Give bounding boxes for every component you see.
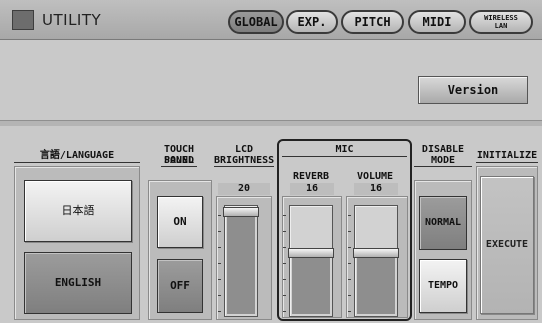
disable-mode-underline xyxy=(414,166,472,167)
slider-tick xyxy=(348,263,351,264)
utility-screen: UTILITY GLOBAL EXP. PITCH MIDI WIRELESS … xyxy=(0,0,542,323)
mic-volume-slider[interactable] xyxy=(353,205,399,317)
lcd-heading-1: LCD xyxy=(234,144,254,155)
slider-tick xyxy=(218,295,221,296)
language-heading-underline xyxy=(14,162,140,163)
mic-volume-slider-fill xyxy=(357,254,395,314)
language-japanese-button[interactable]: 日本語 xyxy=(24,180,132,242)
mic-volume-slider-knob[interactable] xyxy=(353,248,399,258)
initialize-execute-button[interactable]: EXECUTE xyxy=(480,176,534,314)
lcd-heading-underline xyxy=(214,166,274,167)
slider-tick xyxy=(348,279,351,280)
slider-tick xyxy=(283,247,286,248)
utility-icon xyxy=(12,10,34,30)
slider-tick xyxy=(283,311,286,312)
touch-panel-sound-heading-2: SOUND xyxy=(163,155,195,166)
lcd-brightness-slider[interactable] xyxy=(223,205,259,317)
touch-panel-sound-underline xyxy=(161,166,197,167)
disable-mode-tempo-button[interactable]: TEMPO xyxy=(419,259,467,313)
initialize-heading: INITIALIZE xyxy=(476,150,538,161)
slider-tick xyxy=(283,279,286,280)
mic-heading-underline xyxy=(282,156,407,157)
mic-volume-value: 16 xyxy=(354,183,398,195)
mic-heading: MIC xyxy=(335,144,354,155)
slider-tick xyxy=(348,247,351,248)
slider-tick xyxy=(218,279,221,280)
slider-tick xyxy=(218,247,221,248)
tab-midi[interactable]: MIDI xyxy=(408,10,466,34)
mic-reverb-value: 16 xyxy=(290,183,334,195)
tab-wireless-label: WIRELESS xyxy=(484,14,518,22)
tab-lan-label: LAN xyxy=(494,22,508,30)
slider-tick xyxy=(348,231,351,232)
slider-tick xyxy=(348,215,351,216)
slider-tick xyxy=(283,295,286,296)
lcd-heading-2: BRIGHTNESS xyxy=(214,155,275,166)
lcd-slider-knob[interactable] xyxy=(223,207,259,217)
slider-tick xyxy=(283,231,286,232)
section-divider xyxy=(0,120,542,126)
slider-tick xyxy=(283,215,286,216)
mic-volume-label: VOLUME xyxy=(356,171,394,182)
mic-reverb-slider[interactable] xyxy=(288,205,334,317)
tab-wireless-lan[interactable]: WIRELESS LAN xyxy=(469,10,533,34)
disable-mode-normal-button[interactable]: NORMAL xyxy=(419,196,467,250)
touch-sound-off-button[interactable]: OFF xyxy=(157,259,203,313)
slider-tick xyxy=(218,311,221,312)
disable-mode-heading-1: DISABLE xyxy=(421,144,465,155)
top-bar: UTILITY GLOBAL EXP. PITCH MIDI WIRELESS … xyxy=(0,0,542,40)
mic-reverb-slider-fill xyxy=(292,254,330,314)
tab-pitch[interactable]: PITCH xyxy=(341,10,404,34)
slider-tick xyxy=(218,263,221,264)
version-button[interactable]: Version xyxy=(418,76,528,104)
tab-global[interactable]: GLOBAL xyxy=(228,10,284,34)
slider-tick xyxy=(348,295,351,296)
slider-tick xyxy=(348,311,351,312)
lcd-brightness-value: 20 xyxy=(218,183,270,195)
mic-reverb-label: REVERB xyxy=(292,171,330,182)
tab-exp[interactable]: EXP. xyxy=(286,10,338,34)
disable-mode-heading-2: MODE xyxy=(430,155,456,166)
language-english-button[interactable]: ENGLISH xyxy=(24,252,132,314)
slider-tick xyxy=(218,215,221,216)
lcd-slider-fill xyxy=(227,213,255,314)
mic-reverb-slider-knob[interactable] xyxy=(288,248,334,258)
touch-sound-on-button[interactable]: ON xyxy=(157,196,203,248)
slider-tick xyxy=(218,231,221,232)
initialize-heading-underline xyxy=(476,162,538,163)
page-title: UTILITY xyxy=(42,11,102,29)
language-heading: 言語/LANGUAGE xyxy=(39,150,115,161)
slider-tick xyxy=(283,263,286,264)
